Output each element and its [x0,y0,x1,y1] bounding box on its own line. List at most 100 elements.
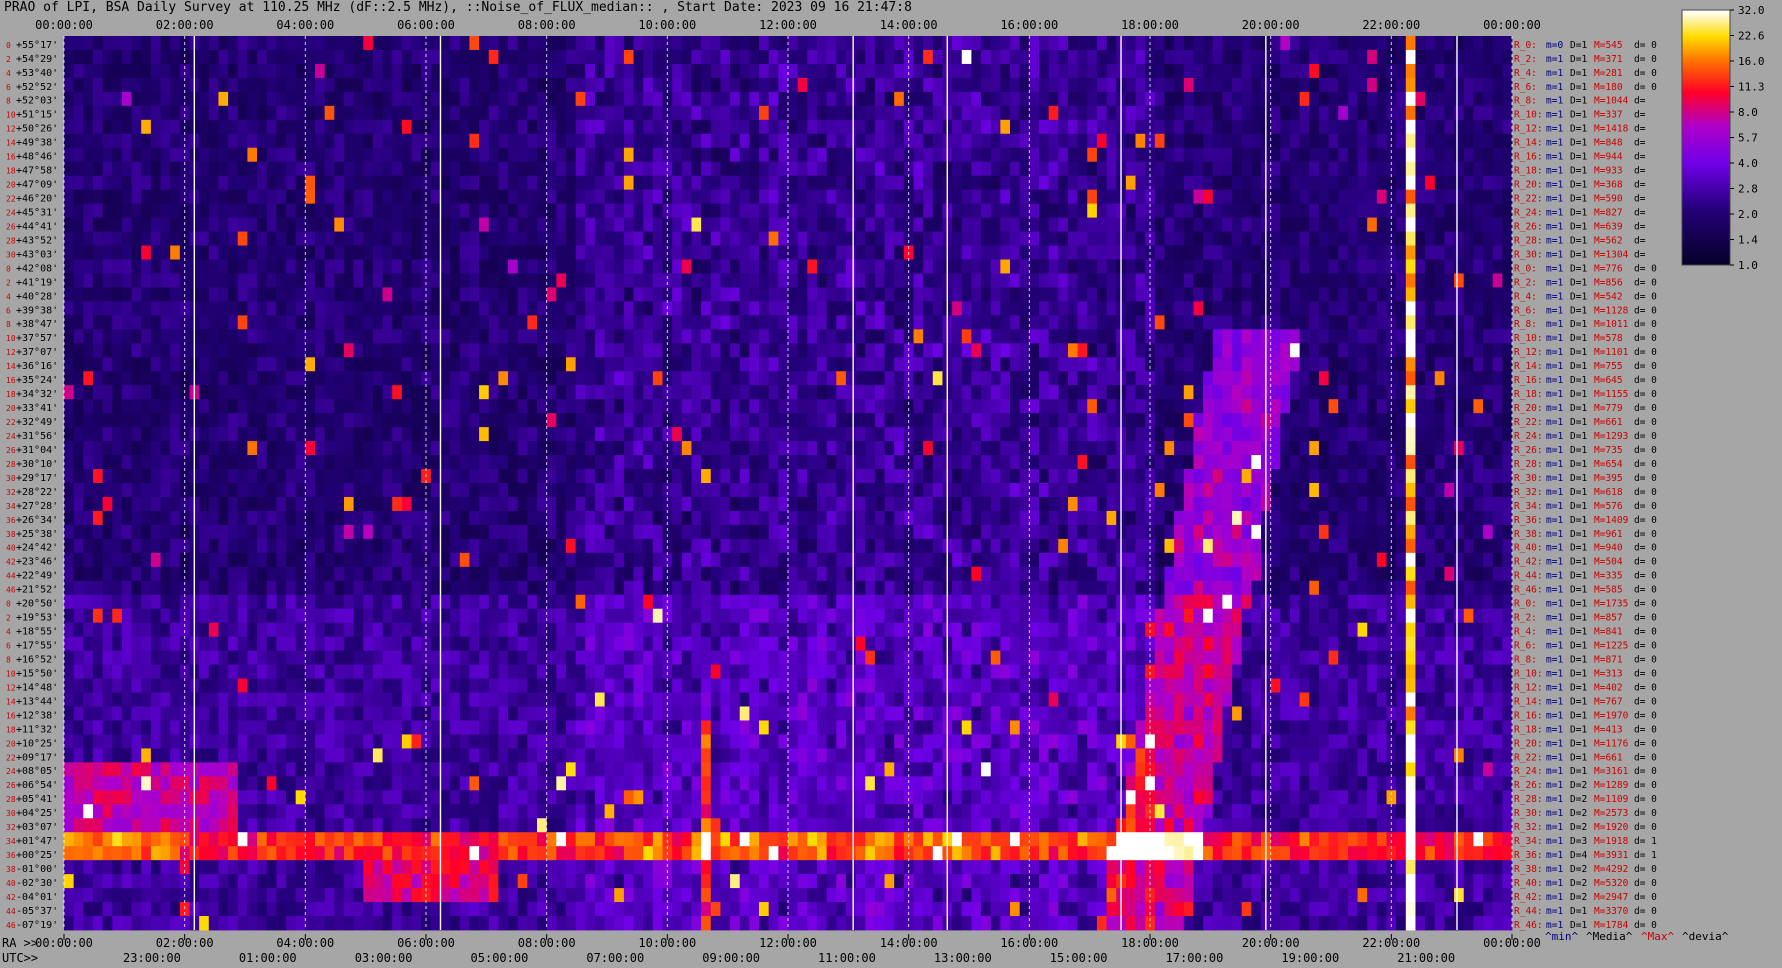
row-stat-deviation: d= [1634,110,1646,121]
top-axis-tick-label: 08:00:00 [518,18,576,32]
row-stat-min: m=1 [1546,249,1563,260]
row-stat-deviation: d= 0 [1634,263,1657,274]
row-stat-max: M=767 [1594,696,1623,707]
row-stat-beam: R_18: [1514,389,1543,400]
row-stat-beam: R_20: [1514,180,1543,191]
row-stat-max: M=857 [1594,613,1623,624]
row-stat-max: M=1409 [1594,515,1629,526]
row-stat-deviation: d= 0 [1634,780,1657,791]
row-stat-beam: R_10: [1514,110,1543,121]
declination-label: +34°32' [16,389,58,400]
row-stat-max: M=1293 [1594,431,1628,442]
declination-label: -01°00' [16,864,58,875]
row-stat-deviation: d= 0 [1634,641,1657,652]
row-stat-median: D=1 [1570,710,1587,721]
row-stat-deviation: d= 0 [1634,627,1657,638]
row-stat-max: M=1101 [1594,347,1629,358]
row-stat-deviation: d= 0 [1634,822,1657,833]
row-stat-deviation: d= 0 [1634,431,1657,442]
row-stat-min: m=1 [1546,627,1563,638]
row-stat-max: M=5320 [1594,878,1629,889]
row-stat-max: M=961 [1594,529,1623,540]
row-stat-deviation: d= 0 [1634,333,1657,344]
utc-tick-label: 11:00:00 [818,951,876,965]
row-stat-min: m=1 [1546,431,1563,442]
row-stat-median: D=1 [1570,668,1587,679]
row-stat-beam: R_28: [1514,459,1543,470]
row-stat-deviation: d= 0 [1634,40,1657,51]
row-stat-beam: R_18: [1514,166,1543,177]
row-stat-beam: R_8: [1514,319,1537,330]
declination-label: +41°19' [16,277,58,288]
row-stat-deviation: d= 0 [1634,82,1657,93]
row-stat-max: M=402 [1594,682,1623,693]
colorbar-tick-label: 2.0 [1738,208,1758,221]
beam-number-label: 8 [6,655,11,664]
beam-number-label: 18 [6,725,16,734]
row-stat-min: m=1 [1546,836,1563,847]
heatmap-figure: 0 +55°17' 2 +54°29' 4 +53°40' 6 +52°52' 8 +52°03'… [2,4,1765,965]
row-stat-deviation: d= [1634,249,1646,260]
row-stat-min: m=1 [1546,794,1563,805]
row-stat-min: m=1 [1546,361,1563,372]
row-stat-median: D=4 [1570,850,1587,861]
row-stat-median: D=1 [1570,152,1587,163]
row-stat-median: D=1 [1570,529,1587,540]
row-stat-median: D=1 [1570,333,1587,344]
row-stat-min: m=1 [1546,878,1563,889]
declination-label: +13°44' [16,696,58,707]
row-stat-min: m=1 [1546,417,1563,428]
row-stat-beam: R_12: [1514,682,1543,693]
row-stat-max: M=940 [1594,543,1623,554]
declination-label: +18°55' [16,627,58,638]
row-stat-min: m=1 [1546,54,1563,65]
row-stat-beam: R_36: [1514,850,1543,861]
row-stat-deviation: d= 0 [1634,529,1657,540]
beam-number-label: 14 [6,697,16,706]
row-stat-min: m=1 [1546,668,1563,679]
declination-label: +20°50' [16,599,58,610]
row-stat-max: M=1176 [1594,738,1629,749]
row-stat-min: m=1 [1546,166,1563,177]
beam-number-label: 40 [6,544,16,553]
row-stat-beam: R_24: [1514,207,1543,218]
row-stat-max: M=776 [1594,263,1623,274]
row-stat-beam: R_20: [1514,403,1543,414]
row-stat-median: D=1 [1570,235,1587,246]
row-stat-beam: R_16: [1514,710,1543,721]
declination-label: +26°34' [16,515,58,526]
row-stat-beam: R_6: [1514,82,1537,93]
row-stat-median: D=1 [1570,403,1587,414]
row-stat-min: m=1 [1546,585,1563,596]
row-stat-beam: R_34: [1514,836,1543,847]
beam-number-label: 36 [6,851,16,860]
row-stat-max: M=3931 [1594,850,1629,861]
declination-label: +44°41' [16,221,58,232]
declination-label: +17°55' [16,641,58,652]
declination-label: +36°16' [16,361,58,372]
beam-number-label: 42 [6,558,16,567]
declination-label: -02°30' [16,878,58,889]
row-stat-deviation: d= [1634,221,1646,232]
row-stat-max: M=395 [1594,473,1623,484]
row-stat-beam: R_30: [1514,249,1543,260]
beam-number-label: 18 [6,390,16,399]
row-stat-deviation: d= 0 [1634,291,1657,302]
beam-number-label: 18 [6,167,16,176]
declination-label: -04°01' [16,892,58,903]
row-stat-deviation: d= 0 [1634,864,1657,875]
row-stat-deviation: d= [1634,194,1646,205]
row-stat-min: m=1 [1546,529,1563,540]
top-axis-tick-label: 00:00:00 [35,18,93,32]
row-stat-min: m=1 [1546,221,1563,232]
declination-label: +38°47' [16,319,58,330]
row-stat-deviation: d= 0 [1634,305,1657,316]
row-stat-deviation: d= 0 [1634,417,1657,428]
beam-number-label: 12 [6,125,16,134]
top-axis-tick-label: 12:00:00 [759,18,817,32]
row-stat-median: D=1 [1570,249,1587,260]
row-stat-max: M=1418 [1594,124,1629,135]
row-stat-min: m=1 [1546,501,1563,512]
declination-label: +10°25' [16,738,58,749]
row-stat-beam: R_34: [1514,501,1543,512]
